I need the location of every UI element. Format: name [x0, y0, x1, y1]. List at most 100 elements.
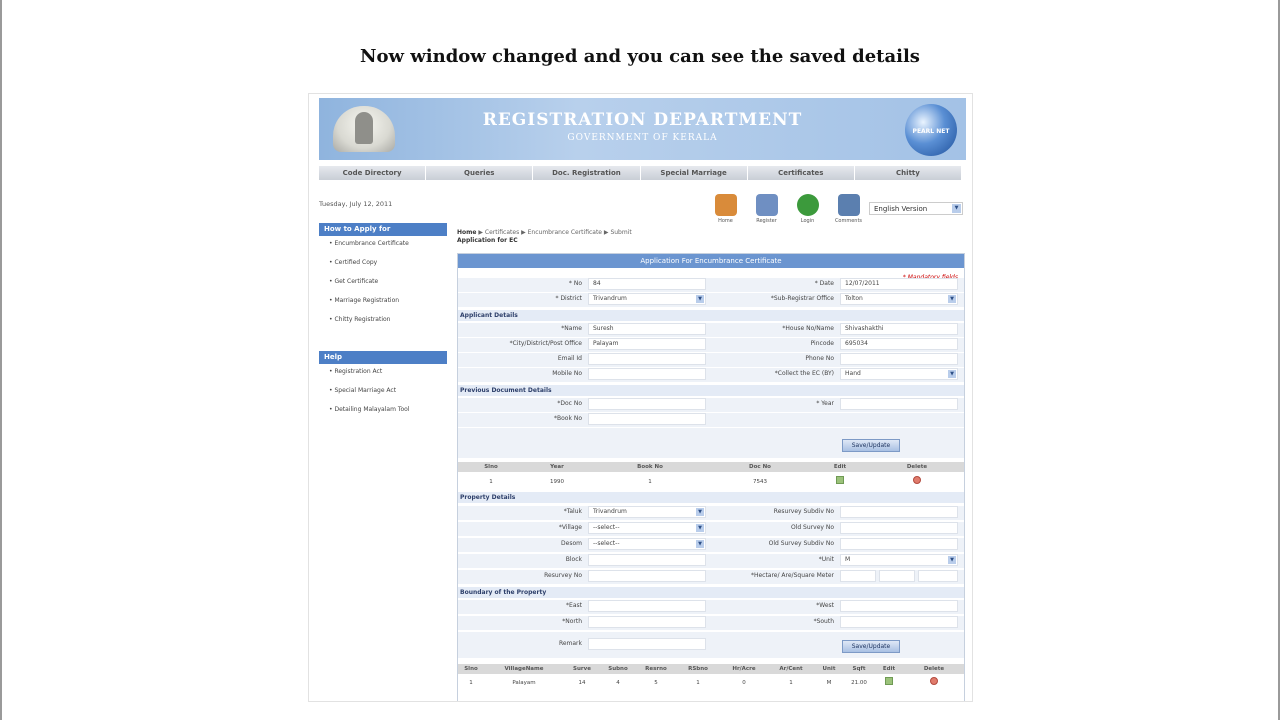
cell-resrno: 5: [654, 680, 658, 686]
taluk-select[interactable]: Trivandrum: [588, 506, 706, 518]
phone-field[interactable]: [840, 353, 958, 365]
col-sqft: Sqft: [852, 666, 866, 672]
cell-hr-acre: 0: [742, 680, 746, 686]
cell-book-no: 1: [648, 479, 652, 485]
home-button[interactable]: Home: [705, 194, 746, 224]
comments-button[interactable]: Comments: [828, 194, 869, 224]
sro-select[interactable]: Tolton: [840, 293, 958, 305]
sidebar-item-certified-copy[interactable]: • Certified Copy: [319, 255, 447, 274]
col-hr-acre: Hr/Acre: [732, 666, 756, 672]
menu-chitty[interactable]: Chitty: [855, 166, 963, 180]
sro-label: *Sub-Registrar Office: [770, 295, 834, 302]
page-title: Application for EC: [457, 237, 518, 244]
resurvey-subdiv-label: Resurvey Subdiv No: [773, 508, 834, 515]
district-select[interactable]: Trivandrum: [588, 293, 706, 305]
breadcrumb-encumbrance[interactable]: Encumbrance Certificate: [528, 229, 602, 236]
home-label: Home: [718, 218, 733, 224]
house-field[interactable]: Shivashakthi: [840, 323, 958, 335]
property-save-update-button[interactable]: Save/Update: [842, 640, 900, 653]
hectare-field[interactable]: [840, 570, 876, 582]
resurvey-field[interactable]: [588, 570, 706, 582]
taluk-label: *Taluk: [563, 508, 582, 515]
village-select[interactable]: --select--: [588, 522, 706, 534]
breadcrumb-home[interactable]: Home: [457, 229, 476, 236]
are-field[interactable]: [879, 570, 915, 582]
old-survey-subdiv-field[interactable]: [840, 538, 958, 550]
delete-icon[interactable]: [913, 476, 921, 484]
south-field[interactable]: [840, 616, 958, 628]
resurvey-subdiv-field[interactable]: [840, 506, 958, 518]
menu-special-marriage[interactable]: Special Marriage: [641, 166, 748, 180]
register-icon: [755, 194, 778, 216]
menu-certificates[interactable]: Certificates: [748, 166, 855, 180]
sidebar-apply: How to Apply for • Encumbrance Certifica…: [319, 223, 447, 331]
caption: Now window changed and you can see the s…: [360, 46, 920, 67]
date-field[interactable]: 12/07/2011: [840, 278, 958, 290]
sidebar-item-chitty[interactable]: • Chitty Registration: [319, 312, 447, 331]
sidebar-item-get-certificate[interactable]: • Get Certificate: [319, 274, 447, 293]
north-field[interactable]: [588, 616, 706, 628]
table-row: 1 1990 1 7543: [458, 476, 964, 488]
collect-select[interactable]: Hand: [840, 368, 958, 380]
desom-select[interactable]: --select--: [588, 538, 706, 550]
west-field[interactable]: [840, 600, 958, 612]
block-field[interactable]: [588, 554, 706, 566]
edit-icon[interactable]: [836, 476, 844, 484]
sidebar-item-label: Special Marriage Act: [334, 387, 397, 394]
sidebar-item-marriage[interactable]: • Marriage Registration: [319, 293, 447, 312]
mobile-label: Mobile No: [552, 370, 582, 377]
language-select[interactable]: English Version ▼: [869, 202, 963, 215]
sidebar-item-special-marriage-act[interactable]: • Special Marriage Act: [319, 383, 447, 402]
breadcrumb-certificates[interactable]: Certificates: [485, 229, 519, 236]
login-button[interactable]: Login: [787, 194, 828, 224]
cell-rsbno: 1: [696, 680, 700, 686]
menu-doc-registration[interactable]: Doc. Registration: [533, 166, 641, 180]
cell-surve: 14: [578, 680, 586, 686]
sidebar-item-encumbrance[interactable]: • Encumbrance Certificate: [319, 236, 447, 255]
col-unit: Unit: [822, 666, 836, 672]
unit-select[interactable]: M: [840, 554, 958, 566]
cell-village-name: Palayam: [512, 680, 536, 686]
email-field[interactable]: [588, 353, 706, 365]
name-field[interactable]: Suresh: [588, 323, 706, 335]
sidebar-item-label: Registration Act: [334, 368, 383, 375]
breadcrumb-submit: Submit: [610, 229, 632, 236]
bookno-field[interactable]: [588, 413, 706, 425]
no-field[interactable]: 84: [588, 278, 706, 290]
delete-icon[interactable]: [930, 677, 938, 685]
sidebar-help: Help • Registration Act • Special Marria…: [319, 351, 447, 421]
date-label: * Date: [814, 280, 834, 287]
old-survey-field[interactable]: [840, 522, 958, 534]
mobile-field[interactable]: [588, 368, 706, 380]
pincode-field[interactable]: 695034: [840, 338, 958, 350]
docno-field[interactable]: [588, 398, 706, 410]
city-field[interactable]: Palayam: [588, 338, 706, 350]
sidebar-item-malayalam-tool[interactable]: • Detailing Malayalam Tool: [319, 402, 447, 421]
col-doc-no: Doc No: [749, 464, 771, 470]
col-delete: Delete: [923, 666, 945, 672]
col-edit: Edit: [882, 666, 896, 672]
save-update-button[interactable]: Save/Update: [842, 439, 900, 452]
cell-slno: 1: [489, 479, 493, 485]
sidebar-item-registration-act[interactable]: • Registration Act: [319, 364, 447, 383]
register-button[interactable]: Register: [746, 194, 787, 224]
remark-field[interactable]: [588, 638, 706, 650]
menu-queries[interactable]: Queries: [426, 166, 534, 180]
sqmeter-field[interactable]: [918, 570, 958, 582]
menu-code-directory[interactable]: Code Directory: [319, 166, 427, 180]
district-label: * District: [555, 295, 582, 302]
edit-icon[interactable]: [885, 677, 893, 685]
col-year: Year: [550, 464, 564, 470]
col-edit: Edit: [833, 464, 847, 470]
resurvey-label: Resurvey No: [544, 572, 582, 579]
east-field[interactable]: [588, 600, 706, 612]
cell-year: 1990: [550, 479, 564, 485]
year-field[interactable]: [840, 398, 958, 410]
language-value: English Version: [874, 205, 928, 213]
doc-table-header: Slno Year Book No Doc No Edit Delete: [458, 462, 964, 472]
col-ar-cent: Ar/Cent: [779, 666, 803, 672]
sidebar-help-heading: Help: [319, 351, 447, 364]
collect-label: *Collect the EC (BY): [774, 370, 834, 377]
cell-sqft: 21.00: [851, 680, 867, 686]
col-surve: Surve: [573, 666, 591, 672]
